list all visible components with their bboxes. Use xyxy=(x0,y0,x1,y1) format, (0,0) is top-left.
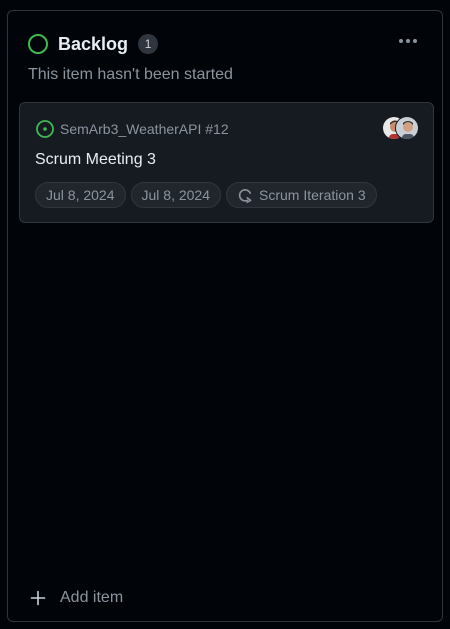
iteration-icon xyxy=(238,189,252,203)
avatar[interactable] xyxy=(395,116,419,140)
backlog-column: Backlog 1 This item hasn't been started … xyxy=(7,10,443,622)
issue-card[interactable]: SemArb3_WeatherAPI #12 Scrum Meeting 3 J… xyxy=(19,102,434,223)
column-title: Backlog xyxy=(58,33,129,54)
token-label: Jul 8, 2024 xyxy=(141,187,211,203)
repo-issue-link[interactable]: SemArb3_WeatherAPI #12 xyxy=(60,121,229,137)
iteration-token[interactable]: Scrum Iteration 3 xyxy=(226,182,377,208)
card-title[interactable]: Scrum Meeting 3 xyxy=(35,151,156,169)
plus-icon xyxy=(30,590,46,606)
assignee-avatars[interactable] xyxy=(382,116,419,140)
token-label: Scrum Iteration 3 xyxy=(259,187,366,203)
add-item-button[interactable]: Add item xyxy=(30,589,123,607)
item-count-badge: 1 xyxy=(138,34,159,54)
end-date-token[interactable]: Jul 8, 2024 xyxy=(130,182,221,208)
card-repo-ref[interactable]: SemArb3_WeatherAPI #12 xyxy=(35,119,229,139)
column-header: Backlog 1 xyxy=(28,31,422,57)
start-date-token[interactable]: Jul 8, 2024 xyxy=(35,182,126,208)
add-item-label: Add item xyxy=(60,589,124,606)
issue-opened-icon xyxy=(36,120,54,138)
card-fields: Jul 8, 2024 Jul 8, 2024 Scrum Iteration … xyxy=(35,182,382,208)
status-circle-icon xyxy=(28,34,48,54)
column-menu-button[interactable] xyxy=(394,31,422,51)
kebab-horizontal-icon xyxy=(399,39,417,43)
column-description: This item hasn't been started xyxy=(28,66,233,83)
token-label: Jul 8, 2024 xyxy=(46,187,115,203)
avatar-icon xyxy=(396,117,418,139)
